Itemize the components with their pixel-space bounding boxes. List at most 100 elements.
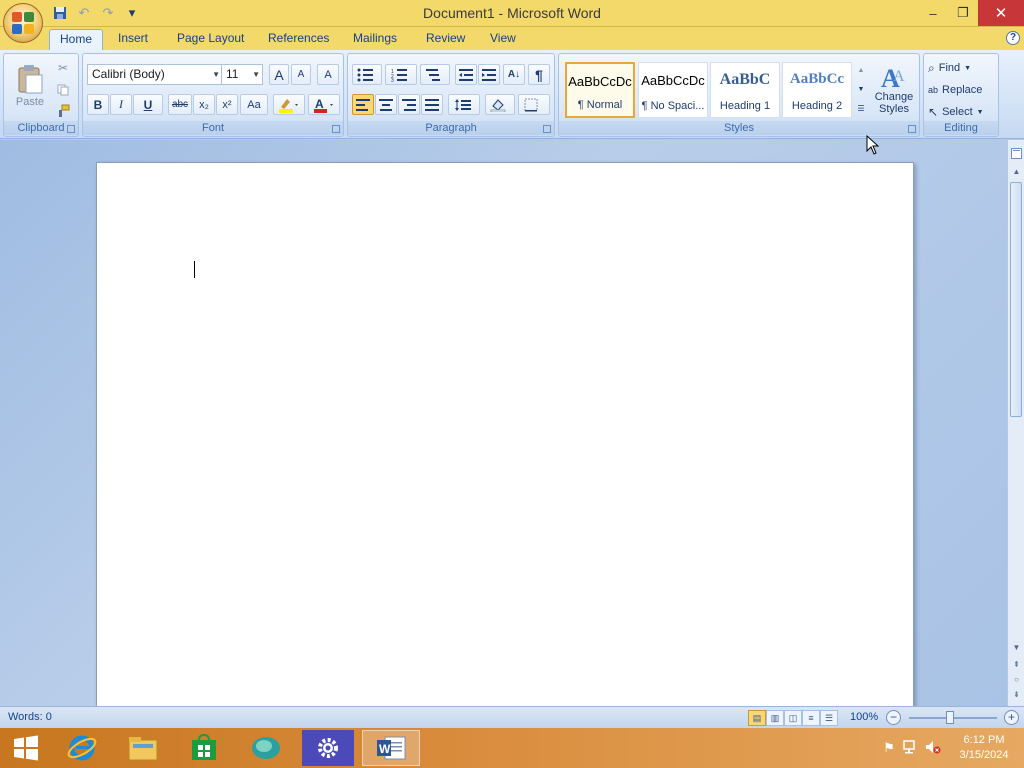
underline-button[interactable]: U <box>133 94 163 115</box>
subscript-button[interactable]: x₂ <box>193 94 215 115</box>
internet-explorer-icon[interactable] <box>56 730 108 766</box>
style-heading-2[interactable]: AaBbCc Heading 2 <box>782 62 852 118</box>
grow-font-button[interactable]: A <box>269 64 289 85</box>
show-marks-button[interactable]: ¶ <box>528 64 550 85</box>
change-styles-button[interactable]: AA Change Styles <box>871 58 917 120</box>
align-center-button[interactable] <box>375 94 397 115</box>
scroll-down-icon[interactable]: ▼ <box>1009 640 1024 655</box>
style-no-spacing[interactable]: AaBbCcDc ¶ No Spaci... <box>638 62 708 118</box>
outline-icon[interactable]: ≡ <box>802 710 820 726</box>
multilevel-list-button[interactable] <box>420 64 450 85</box>
clipboard-launcher-icon[interactable] <box>67 125 75 133</box>
bold-button[interactable]: B <box>87 94 109 115</box>
vertical-scrollbar[interactable]: ▲ ▼ ⇞ ○ ⇟ <box>1007 140 1024 706</box>
minimize-button[interactable]: – <box>918 0 948 26</box>
tab-references[interactable]: References <box>258 29 339 50</box>
borders-button[interactable] <box>518 94 550 115</box>
change-case-button[interactable]: Aa <box>240 94 268 115</box>
decrease-indent-button[interactable] <box>455 64 477 85</box>
volume-muted-icon[interactable] <box>922 740 944 757</box>
increase-indent-button[interactable] <box>478 64 500 85</box>
align-left-button[interactable] <box>352 94 374 115</box>
ruler-toggle-icon[interactable] <box>1009 146 1024 161</box>
chevron-down-icon: ▼ <box>252 70 260 79</box>
full-screen-reading-icon[interactable]: ▥ <box>766 710 784 726</box>
styles-more-icon[interactable]: ☰ <box>855 99 867 117</box>
word-taskbar-icon[interactable]: W <box>362 730 420 766</box>
numbering-button[interactable]: 123 <box>385 64 417 85</box>
store-icon[interactable] <box>178 730 230 766</box>
select-browse-object-icon[interactable]: ○ <box>1009 672 1024 687</box>
help-icon[interactable]: ? <box>1006 31 1020 45</box>
italic-button[interactable]: I <box>110 94 132 115</box>
clock[interactable]: 6:12 PM 3/15/2024 <box>944 733 1024 763</box>
scroll-thumb[interactable] <box>1010 182 1022 417</box>
tab-page-layout[interactable]: Page Layout <box>167 29 254 50</box>
justify-button[interactable] <box>421 94 443 115</box>
font-label: Font <box>83 121 343 135</box>
zoom-level[interactable]: 100% <box>850 711 878 723</box>
styles-scroll-up-icon[interactable]: ▲ <box>855 61 867 79</box>
styles-launcher-icon[interactable] <box>908 125 916 133</box>
replace-label: Replace <box>942 84 983 96</box>
network-icon[interactable] <box>900 739 922 757</box>
find-button[interactable]: ⌕ Find ▼ <box>928 58 994 78</box>
superscript-button[interactable]: x² <box>216 94 238 115</box>
office-button[interactable] <box>3 3 43 43</box>
tab-home[interactable]: Home <box>49 29 104 50</box>
strikethrough-button[interactable]: abc <box>168 94 192 115</box>
align-center-icon <box>379 98 393 111</box>
format-painter-icon[interactable] <box>54 102 72 120</box>
zoom-out-button[interactable]: − <box>886 710 901 725</box>
shrink-font-button[interactable]: A <box>291 64 311 85</box>
select-button[interactable]: ↖ Select ▼ <box>928 102 994 122</box>
web-layout-icon[interactable]: ◫ <box>784 710 802 726</box>
zoom-in-button[interactable]: + <box>1004 710 1019 725</box>
bullets-button[interactable] <box>352 64 382 85</box>
word-count[interactable]: Words: 0 <box>8 711 52 723</box>
clear-formatting-button[interactable]: A <box>317 64 339 85</box>
font-color-button[interactable]: A <box>308 94 340 115</box>
restore-button[interactable]: ❐ <box>948 0 978 26</box>
tab-mailings[interactable]: Mailings <box>343 29 407 50</box>
align-left-icon <box>356 98 370 111</box>
align-right-button[interactable] <box>398 94 420 115</box>
paragraph-launcher-icon[interactable] <box>543 125 551 133</box>
shading-button[interactable] <box>485 94 515 115</box>
start-button[interactable] <box>0 730 52 766</box>
font-launcher-icon[interactable] <box>332 125 340 133</box>
close-button[interactable]: ✕ <box>978 0 1024 26</box>
paste-button[interactable]: Paste <box>10 58 50 114</box>
tab-insert[interactable]: Insert <box>108 29 158 50</box>
highlight-button[interactable] <box>273 94 305 115</box>
ribbon: Paste ✂ Clipboard Calibri (Body) ▼ 11 ▼ … <box>0 50 1024 139</box>
zoom-slider-thumb[interactable] <box>946 711 954 724</box>
chevron-down-icon: ▼ <box>964 64 972 72</box>
scroll-up-icon[interactable]: ▲ <box>1009 164 1024 179</box>
style-normal[interactable]: AaBbCcDc ¶ Normal <box>565 62 635 118</box>
cut-icon[interactable]: ✂ <box>54 59 72 77</box>
style-name: ¶ Normal <box>577 99 623 111</box>
previous-page-icon[interactable]: ⇞ <box>1009 657 1024 672</box>
shading-icon <box>490 98 506 112</box>
photos-app-icon[interactable] <box>240 730 292 766</box>
tab-view[interactable]: View <box>480 29 526 50</box>
status-bar: Words: 0 ▤ ▥ ◫ ≡ ☰ 100% − + <box>0 706 1024 728</box>
next-page-icon[interactable]: ⇟ <box>1009 687 1024 702</box>
line-spacing-button[interactable] <box>448 94 480 115</box>
control-panel-icon[interactable] <box>302 730 354 766</box>
font-size-select[interactable]: 11 ▼ <box>221 64 263 85</box>
tab-review[interactable]: Review <box>416 29 475 50</box>
file-explorer-icon[interactable] <box>117 730 169 766</box>
sort-button[interactable]: A↓ <box>503 64 525 85</box>
replace-button[interactable]: ab Replace <box>928 80 998 100</box>
copy-icon[interactable] <box>54 81 72 99</box>
action-center-flag-icon[interactable]: ⚑ <box>878 740 900 756</box>
document-page[interactable] <box>96 162 914 706</box>
styles-scroll-down-icon[interactable]: ▼ <box>855 80 867 98</box>
draft-icon[interactable]: ☰ <box>820 710 838 726</box>
style-heading-1[interactable]: AaBbC Heading 1 <box>710 62 780 118</box>
print-layout-icon[interactable]: ▤ <box>748 710 766 726</box>
font-name-select[interactable]: Calibri (Body) ▼ <box>87 64 223 85</box>
numbering-icon: 123 <box>391 68 407 82</box>
